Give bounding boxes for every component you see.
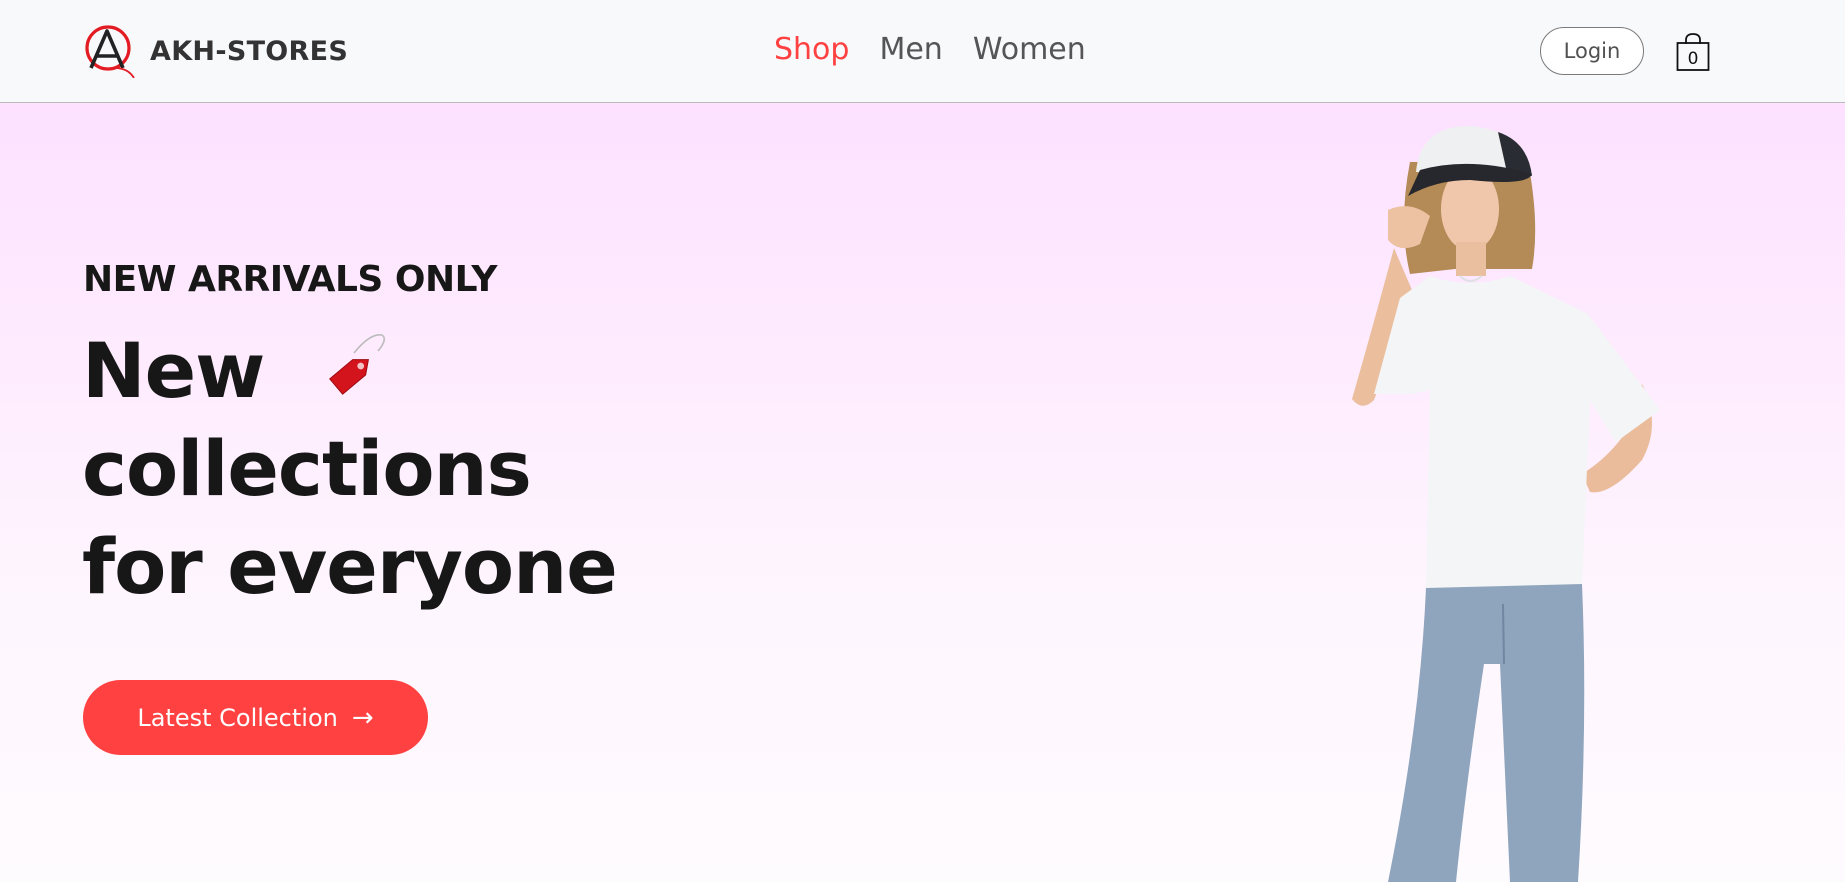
logo-a-circle-icon bbox=[85, 25, 135, 78]
cart-count-badge: 0 bbox=[1687, 49, 1699, 69]
hero-tagline: NEW ARRIVALS ONLY bbox=[83, 259, 497, 300]
cart-button[interactable]: 0 bbox=[1676, 32, 1710, 72]
hero-section: NEW ARRIVALS ONLY New collections for ev… bbox=[0, 104, 1845, 882]
hero-title: New collections for everyone bbox=[82, 322, 642, 616]
menu-item-women[interactable]: Women bbox=[973, 30, 1086, 70]
hero-title-line-2: collections bbox=[82, 424, 532, 513]
hero-title-line-1: New bbox=[82, 322, 642, 420]
navbar: AKH-STORES Shop Men Women Login 0 bbox=[0, 0, 1845, 103]
arrow-right-icon: → bbox=[351, 702, 374, 733]
latest-collection-label: Latest Collection bbox=[137, 703, 338, 732]
hero-model-image bbox=[1352, 126, 1660, 882]
hero-title-text-1: New bbox=[82, 326, 265, 415]
latest-collection-button[interactable]: Latest Collection → bbox=[83, 680, 428, 755]
menu-item-men[interactable]: Men bbox=[879, 30, 942, 70]
main-menu: Shop Men Women bbox=[774, 30, 1116, 70]
hero-title-line-3: for everyone bbox=[82, 522, 618, 611]
menu-item-shop[interactable]: Shop bbox=[774, 30, 849, 70]
login-button[interactable]: Login bbox=[1540, 27, 1644, 75]
brand-name: AKH-STORES bbox=[150, 35, 349, 67]
brand-logo[interactable]: AKH-STORES bbox=[82, 24, 348, 78]
price-tag-icon bbox=[328, 334, 385, 395]
